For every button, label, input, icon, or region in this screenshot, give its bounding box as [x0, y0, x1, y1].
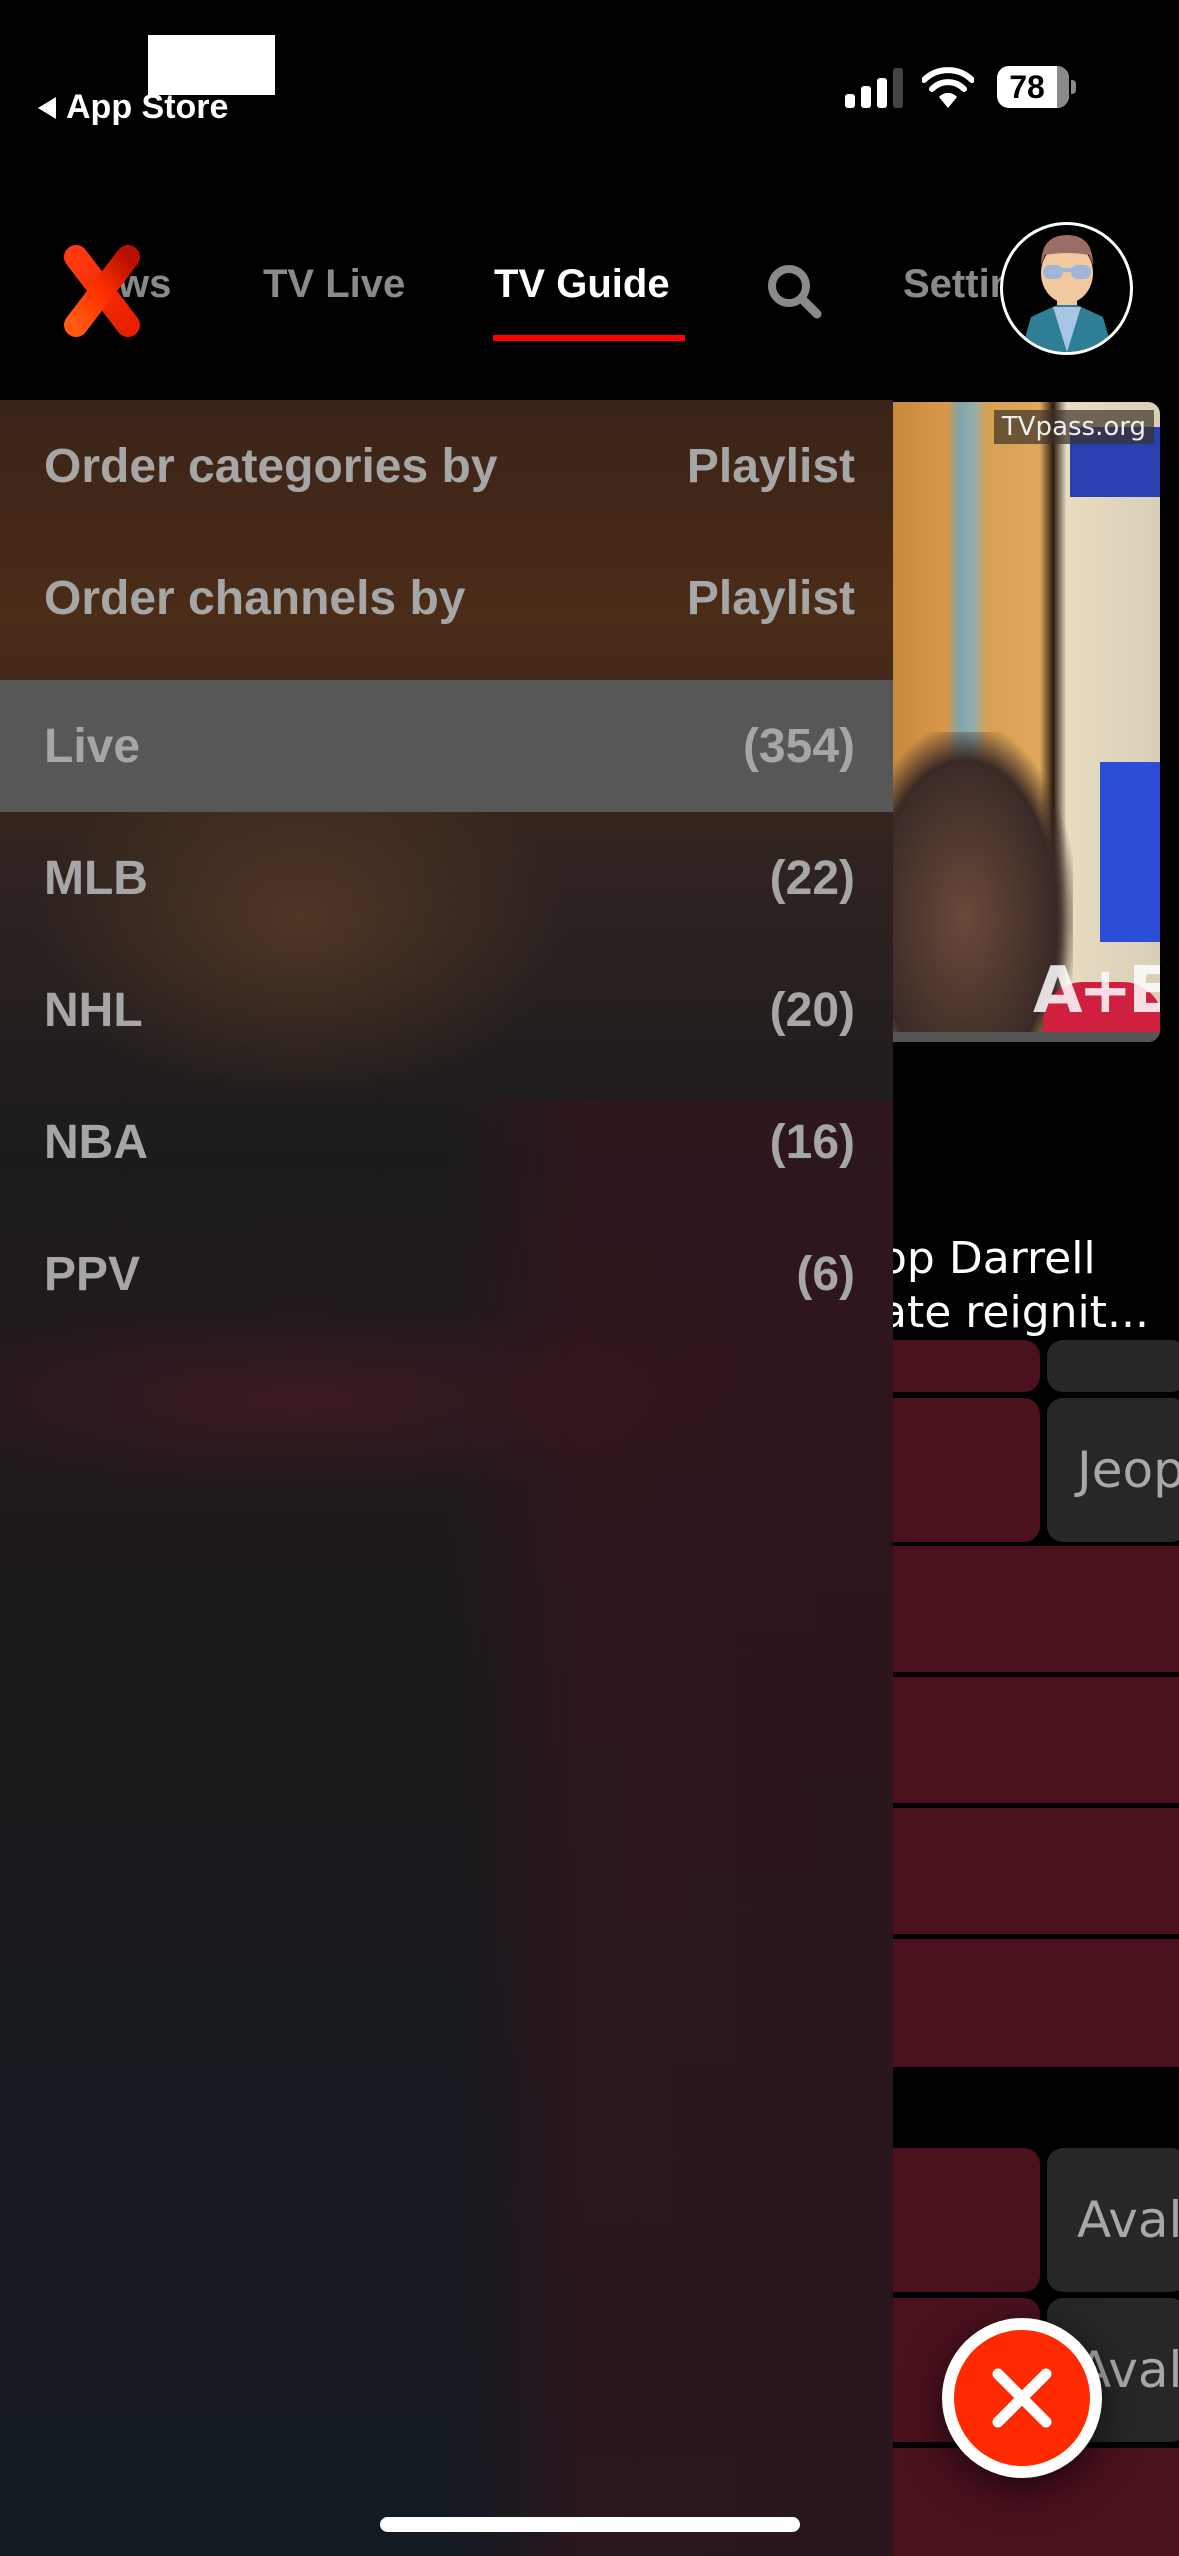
- app-logo-x-icon[interactable]: [62, 245, 142, 337]
- guide-cell[interactable]: [893, 1398, 1040, 1542]
- category-name: MLB: [44, 851, 148, 905]
- guide-cell[interactable]: [893, 1340, 1040, 1392]
- back-arrow-icon: [38, 96, 56, 119]
- category-count: (354): [742, 719, 855, 773]
- guide-row[interactable]: [893, 1546, 1179, 1672]
- order-channels-value[interactable]: Playlist: [687, 571, 855, 626]
- active-tab-indicator: [493, 335, 685, 341]
- wifi-icon: [921, 66, 975, 108]
- battery-icon: 78: [997, 66, 1076, 108]
- guide-row[interactable]: [893, 1677, 1179, 1803]
- user-avatar-icon: [1021, 235, 1113, 352]
- category-count: (6): [796, 1247, 855, 1301]
- category-item-nhl[interactable]: NHL (20): [0, 944, 893, 1076]
- tab-tv-live[interactable]: TV Live: [263, 262, 405, 307]
- order-categories-label: Order categories by: [44, 439, 498, 493]
- order-categories-value[interactable]: Playlist: [687, 439, 855, 494]
- category-name: NBA: [44, 1115, 148, 1169]
- order-channels-row[interactable]: Order channels by Playlist: [0, 532, 893, 664]
- tab-tv-guide[interactable]: TV Guide: [494, 262, 670, 307]
- battery-percent: 78: [1009, 69, 1045, 105]
- category-count: (20): [769, 983, 855, 1037]
- category-item-nba[interactable]: NBA (16): [0, 1076, 893, 1208]
- category-item-ppv[interactable]: PPV (6): [0, 1208, 893, 1340]
- guide-cell[interactable]: [893, 2148, 1040, 2292]
- category-item-mlb[interactable]: MLB (22): [0, 812, 893, 944]
- category-item-live[interactable]: Live (354): [0, 680, 893, 812]
- category-count: (16): [769, 1115, 855, 1169]
- guide-row[interactable]: [893, 1939, 1179, 2067]
- category-count: (22): [769, 851, 855, 905]
- program-title: op Darrell ate reignit...: [880, 1233, 1149, 1338]
- channel-logo: A+E: [1033, 954, 1160, 1028]
- close-button[interactable]: [942, 2318, 1102, 2478]
- redaction-block: [148, 35, 275, 95]
- order-channels-label: Order channels by: [44, 571, 466, 625]
- category-name: NHL: [44, 983, 143, 1037]
- guide-program-cell[interactable]: Avala: [1047, 2148, 1179, 2292]
- category-name: PPV: [44, 1247, 141, 1301]
- order-categories-row[interactable]: Order categories by Playlist: [0, 400, 893, 532]
- guide-row[interactable]: [893, 1808, 1179, 1934]
- category-name: Live: [44, 719, 141, 773]
- video-progress-bar: [893, 1032, 1160, 1042]
- guide-program-cell[interactable]: Jeop: [1047, 1398, 1179, 1542]
- close-icon: [992, 2368, 1052, 2428]
- watermark: TVpass.org: [993, 410, 1154, 444]
- guide-cell[interactable]: [1047, 1340, 1179, 1392]
- video-preview[interactable]: A+E TVpass.org: [893, 402, 1160, 1042]
- search-icon[interactable]: [765, 262, 823, 320]
- cellular-signal-icon: [845, 68, 905, 108]
- home-indicator[interactable]: [380, 2517, 800, 2532]
- category-side-panel: Order categories by Playlist Order chann…: [0, 400, 893, 2556]
- profile-avatar[interactable]: [1000, 222, 1133, 355]
